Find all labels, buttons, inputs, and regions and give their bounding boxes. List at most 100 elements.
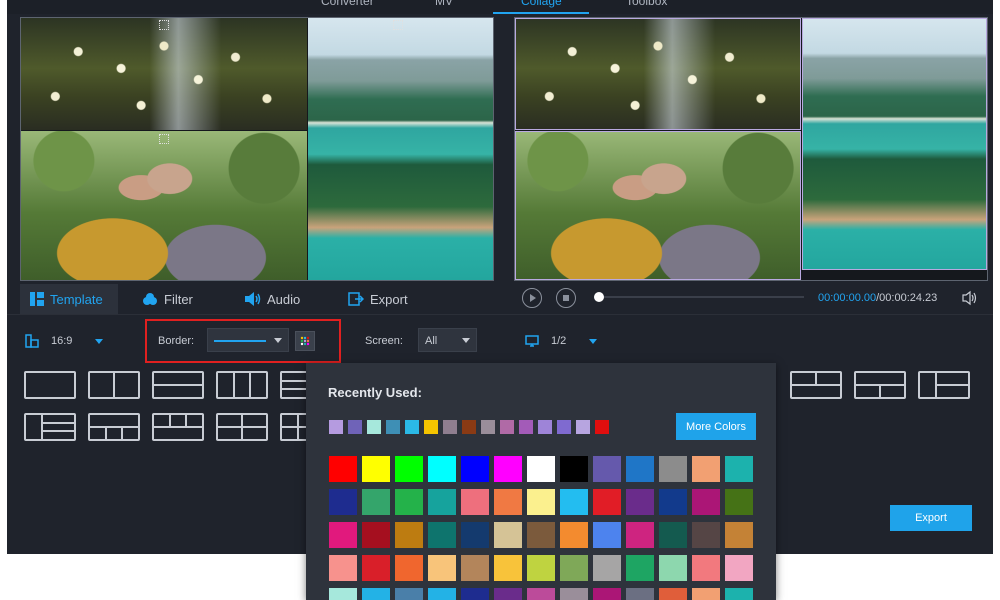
palette-color-swatch[interactable] bbox=[461, 522, 489, 548]
palette-color-swatch[interactable] bbox=[494, 588, 522, 600]
palette-color-swatch[interactable] bbox=[659, 522, 687, 548]
recent-color-swatch[interactable] bbox=[519, 420, 533, 434]
drag-handle-icon[interactable] bbox=[159, 134, 169, 144]
palette-color-swatch[interactable] bbox=[329, 522, 357, 548]
seek-bar[interactable] bbox=[594, 296, 804, 298]
palette-color-swatch[interactable] bbox=[428, 522, 456, 548]
palette-color-swatch[interactable] bbox=[395, 588, 423, 600]
screen-select[interactable]: All bbox=[418, 328, 477, 352]
palette-color-swatch[interactable] bbox=[626, 489, 654, 515]
palette-color-swatch[interactable] bbox=[593, 489, 621, 515]
nav-tab-converter[interactable]: Converter bbox=[321, 0, 374, 8]
recent-color-swatch[interactable] bbox=[367, 420, 381, 434]
layout-template[interactable] bbox=[216, 413, 268, 441]
nav-tab-mv[interactable]: MV bbox=[435, 0, 453, 8]
border-color-button[interactable] bbox=[295, 331, 315, 351]
palette-color-swatch[interactable] bbox=[494, 522, 522, 548]
tab-audio[interactable]: Audio bbox=[245, 284, 300, 314]
border-style-select[interactable] bbox=[207, 328, 289, 352]
palette-color-swatch[interactable] bbox=[626, 456, 654, 482]
palette-color-swatch[interactable] bbox=[560, 555, 588, 581]
palette-color-swatch[interactable] bbox=[659, 588, 687, 600]
palette-color-swatch[interactable] bbox=[494, 555, 522, 581]
palette-color-swatch[interactable] bbox=[560, 456, 588, 482]
palette-color-swatch[interactable] bbox=[329, 456, 357, 482]
tab-template[interactable]: Template bbox=[20, 284, 118, 314]
palette-color-swatch[interactable] bbox=[593, 555, 621, 581]
palette-color-swatch[interactable] bbox=[626, 555, 654, 581]
palette-color-swatch[interactable] bbox=[560, 489, 588, 515]
recent-color-swatch[interactable] bbox=[462, 420, 476, 434]
seek-handle[interactable] bbox=[594, 292, 604, 302]
palette-color-swatch[interactable] bbox=[659, 489, 687, 515]
layout-template[interactable] bbox=[88, 371, 140, 399]
recent-color-swatch[interactable] bbox=[576, 420, 590, 434]
palette-color-swatch[interactable] bbox=[494, 456, 522, 482]
palette-color-swatch[interactable] bbox=[527, 555, 555, 581]
palette-color-swatch[interactable] bbox=[692, 588, 720, 600]
palette-color-swatch[interactable] bbox=[593, 588, 621, 600]
recent-color-swatch[interactable] bbox=[595, 420, 609, 434]
recent-color-swatch[interactable] bbox=[500, 420, 514, 434]
stop-button[interactable] bbox=[556, 288, 576, 308]
recent-color-swatch[interactable] bbox=[481, 420, 495, 434]
collage-cell-flowers[interactable] bbox=[21, 18, 307, 130]
drag-handle-icon[interactable] bbox=[159, 20, 169, 30]
recent-color-swatch[interactable] bbox=[424, 420, 438, 434]
palette-color-swatch[interactable] bbox=[659, 456, 687, 482]
palette-color-swatch[interactable] bbox=[593, 522, 621, 548]
palette-color-swatch[interactable] bbox=[527, 489, 555, 515]
tab-export[interactable]: Export bbox=[348, 284, 408, 314]
palette-color-swatch[interactable] bbox=[428, 456, 456, 482]
palette-color-swatch[interactable] bbox=[395, 555, 423, 581]
palette-color-swatch[interactable] bbox=[527, 588, 555, 600]
palette-color-swatch[interactable] bbox=[395, 456, 423, 482]
palette-color-swatch[interactable] bbox=[692, 489, 720, 515]
palette-color-swatch[interactable] bbox=[461, 588, 489, 600]
palette-color-swatch[interactable] bbox=[659, 555, 687, 581]
palette-color-swatch[interactable] bbox=[362, 522, 390, 548]
recent-color-swatch[interactable] bbox=[557, 420, 571, 434]
palette-color-swatch[interactable] bbox=[626, 588, 654, 600]
volume-icon[interactable] bbox=[962, 290, 978, 306]
palette-color-swatch[interactable] bbox=[725, 588, 753, 600]
palette-color-swatch[interactable] bbox=[692, 522, 720, 548]
palette-color-swatch[interactable] bbox=[428, 489, 456, 515]
recent-color-swatch[interactable] bbox=[386, 420, 400, 434]
nav-tab-collage[interactable]: Collage bbox=[521, 0, 562, 8]
palette-color-swatch[interactable] bbox=[725, 555, 753, 581]
aspect-dropdown-icon[interactable] bbox=[95, 339, 103, 344]
palette-color-swatch[interactable] bbox=[692, 555, 720, 581]
palette-color-swatch[interactable] bbox=[527, 522, 555, 548]
palette-color-swatch[interactable] bbox=[362, 456, 390, 482]
palette-color-swatch[interactable] bbox=[329, 489, 357, 515]
drag-handle-icon[interactable] bbox=[393, 20, 403, 30]
palette-color-swatch[interactable] bbox=[692, 456, 720, 482]
palette-color-swatch[interactable] bbox=[461, 489, 489, 515]
layout-template[interactable] bbox=[24, 413, 76, 441]
collage-cell-lake[interactable] bbox=[308, 18, 493, 280]
palette-color-swatch[interactable] bbox=[461, 456, 489, 482]
layout-template[interactable] bbox=[854, 371, 906, 399]
palette-color-swatch[interactable] bbox=[395, 489, 423, 515]
aspect-ratio-value[interactable]: 16:9 bbox=[51, 335, 72, 347]
recent-color-swatch[interactable] bbox=[538, 420, 552, 434]
palette-color-swatch[interactable] bbox=[428, 588, 456, 600]
palette-color-swatch[interactable] bbox=[527, 456, 555, 482]
layout-template[interactable] bbox=[152, 413, 204, 441]
palette-color-swatch[interactable] bbox=[494, 489, 522, 515]
palette-color-swatch[interactable] bbox=[626, 522, 654, 548]
export-button[interactable]: Export bbox=[890, 505, 972, 531]
palette-color-swatch[interactable] bbox=[593, 456, 621, 482]
palette-color-swatch[interactable] bbox=[461, 555, 489, 581]
recent-color-swatch[interactable] bbox=[405, 420, 419, 434]
palette-color-swatch[interactable] bbox=[725, 522, 753, 548]
palette-color-swatch[interactable] bbox=[725, 456, 753, 482]
palette-color-swatch[interactable] bbox=[560, 588, 588, 600]
layout-template[interactable] bbox=[24, 371, 76, 399]
layout-template[interactable] bbox=[790, 371, 842, 399]
layout-template[interactable] bbox=[152, 371, 204, 399]
palette-color-swatch[interactable] bbox=[362, 555, 390, 581]
page-dropdown-icon[interactable] bbox=[589, 339, 597, 344]
play-button[interactable] bbox=[522, 288, 542, 308]
